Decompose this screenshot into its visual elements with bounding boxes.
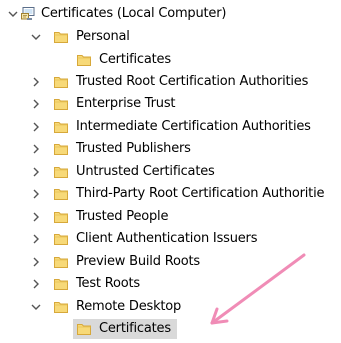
chevron-right-icon[interactable]: [29, 229, 43, 249]
folder-icon: [53, 209, 69, 225]
tree-item-remote-desktop[interactable]: Remote Desktop: [0, 297, 341, 317]
tree-item-untrusted[interactable]: Untrusted Certificates: [0, 162, 341, 182]
folder-icon: [53, 119, 69, 135]
folder-icon: [53, 74, 69, 90]
tree-item-label: Enterprise Trust: [76, 96, 176, 111]
folder-icon: [53, 186, 69, 202]
chevron-right-icon[interactable]: [29, 252, 43, 272]
tree-item-personal-certificates[interactable]: Certificates: [0, 50, 341, 70]
chevron-right-icon[interactable]: [29, 139, 43, 159]
tree-root[interactable]: Certificates (Local Computer): [0, 4, 341, 24]
chevron-right-icon[interactable]: [29, 274, 43, 294]
folder-icon: [53, 231, 69, 247]
tree-item-enterprise-trust[interactable]: Enterprise Trust: [0, 94, 341, 114]
folder-icon: [76, 321, 92, 337]
chevron-down-icon[interactable]: [29, 27, 43, 47]
tree-root-label: Certificates (Local Computer): [41, 6, 227, 21]
chevron-right-icon[interactable]: [29, 162, 43, 182]
tree-item-remote-desktop-certificates[interactable]: Certificates: [0, 319, 341, 339]
certificate-store-computer-icon: [20, 6, 36, 22]
chevron-down-icon[interactable]: [29, 297, 43, 317]
tree-item-label: Intermediate Certification Authorities: [76, 119, 311, 134]
tree-item-trusted-root[interactable]: Trusted Root Certification Authorities: [0, 72, 341, 92]
tree-item-intermediate[interactable]: Intermediate Certification Authorities: [0, 117, 341, 137]
chevron-down-icon[interactable]: [6, 4, 20, 24]
tree-item-third-party-root[interactable]: Third-Party Root Certification Authoriti…: [0, 184, 341, 204]
tree-item-label: Client Authentication Issuers: [76, 231, 258, 246]
tree-item-label: Preview Build Roots: [76, 254, 200, 269]
folder-icon: [53, 299, 69, 315]
tree-item-test-roots[interactable]: Test Roots: [0, 274, 341, 294]
tree-item-label: Certificates: [99, 52, 171, 67]
tree-item-label: Certificates: [99, 321, 171, 336]
chevron-right-icon[interactable]: [29, 94, 43, 114]
chevron-right-icon[interactable]: [29, 72, 43, 92]
folder-icon: [53, 96, 69, 112]
tree-item-trusted-people[interactable]: Trusted People: [0, 207, 341, 227]
folder-icon: [53, 276, 69, 292]
chevron-right-icon[interactable]: [29, 184, 43, 204]
folder-icon: [53, 164, 69, 180]
tree-item-label: Personal: [76, 29, 130, 44]
tree-item-preview-build-roots[interactable]: Preview Build Roots: [0, 252, 341, 272]
tree-item-label: Remote Desktop: [76, 299, 182, 314]
chevron-right-icon[interactable]: [29, 117, 43, 137]
tree-item-label: Test Roots: [76, 276, 140, 291]
tree-item-label: Trusted Publishers: [76, 141, 191, 156]
certificate-tree: Certificates (Local Computer) Personal C…: [0, 0, 341, 343]
tree-item-client-auth-issuers[interactable]: Client Authentication Issuers: [0, 229, 341, 249]
folder-icon: [53, 141, 69, 157]
folder-icon: [53, 254, 69, 270]
tree-item-label: Third-Party Root Certification Authoriti…: [76, 186, 325, 201]
folder-icon: [53, 29, 69, 45]
tree-item-label: Trusted People: [76, 209, 169, 224]
folder-icon: [76, 52, 92, 68]
tree-item-trusted-publishers[interactable]: Trusted Publishers: [0, 139, 341, 159]
tree-item-personal[interactable]: Personal: [0, 27, 341, 47]
chevron-right-icon[interactable]: [29, 207, 43, 227]
tree-item-label: Trusted Root Certification Authorities: [76, 74, 309, 89]
tree-item-label: Untrusted Certificates: [76, 164, 215, 179]
